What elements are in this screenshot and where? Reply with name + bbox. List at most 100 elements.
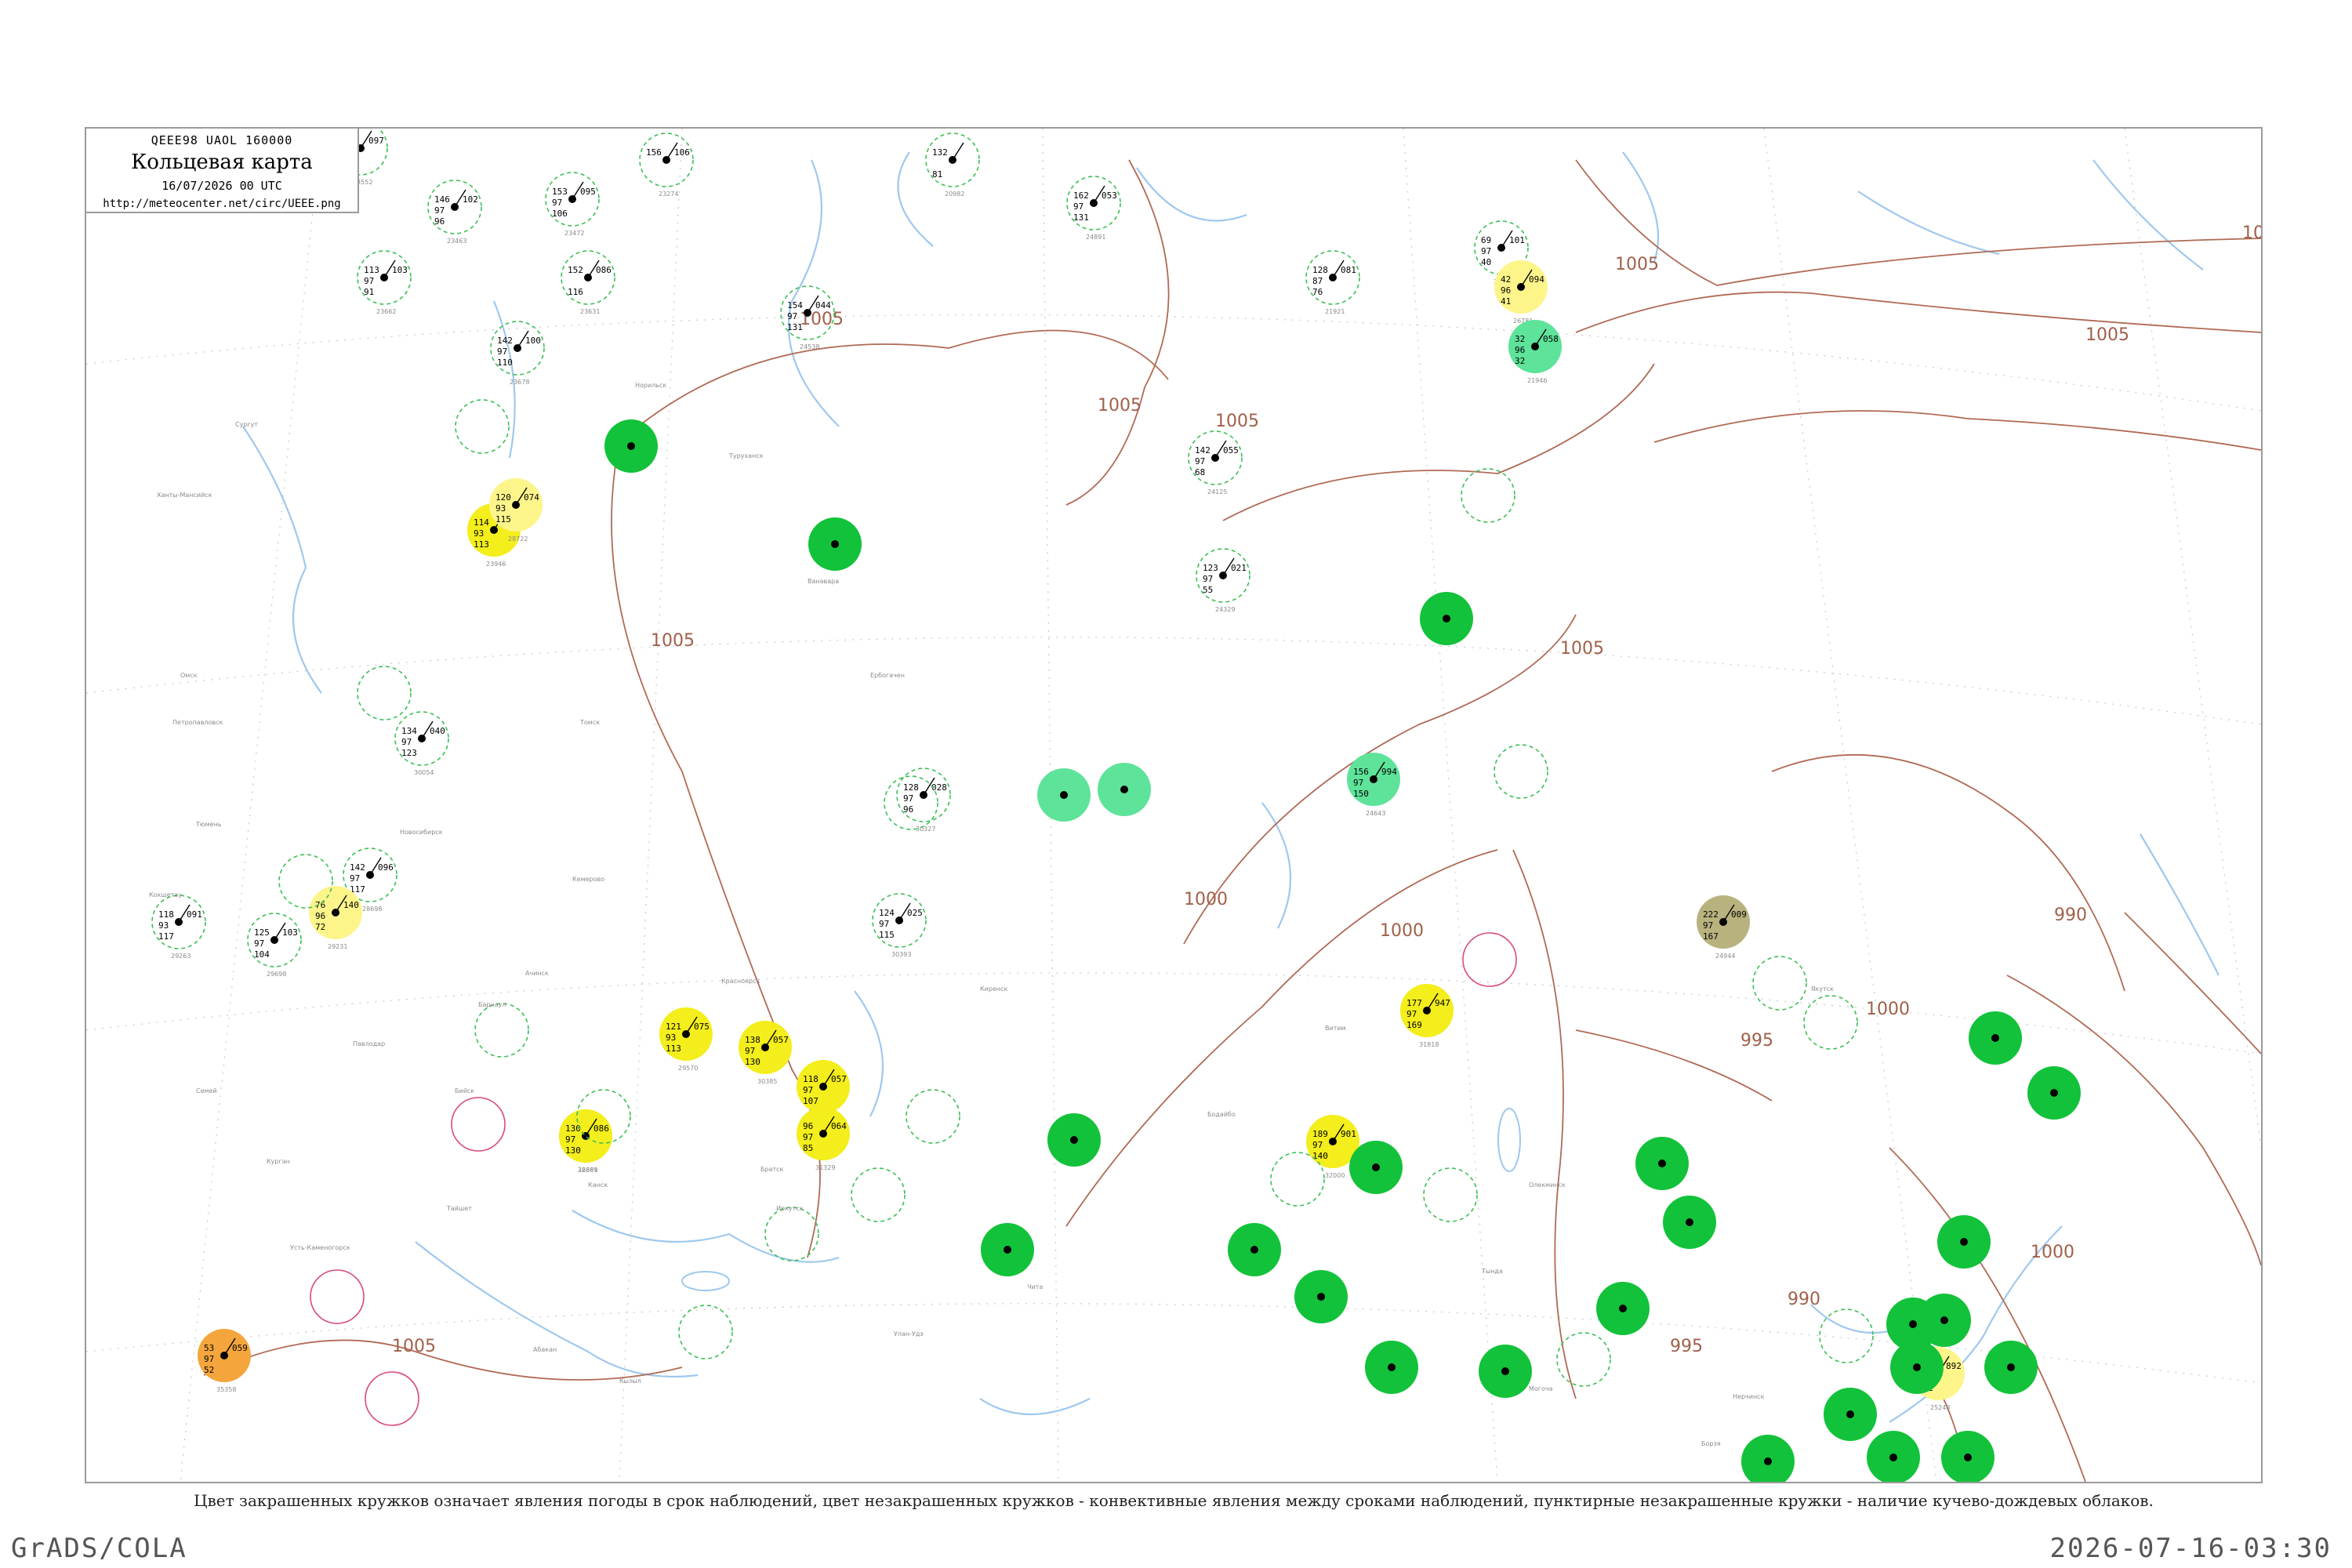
weather-map[interactable]: 1010100510051005100510051005100510001000… bbox=[86, 129, 2261, 1482]
river bbox=[1622, 151, 1660, 263]
station-model: 76 140967229231 bbox=[309, 886, 362, 950]
station-temp: 114 bbox=[474, 517, 489, 528]
station-pressure: 057 bbox=[831, 1074, 847, 1084]
station-dew: 117 bbox=[158, 931, 174, 942]
station-temp: 142 bbox=[350, 862, 365, 873]
station-temp: 156 bbox=[646, 147, 662, 158]
source-url[interactable]: http://meteocenter.net/circ/UEEE.png bbox=[86, 198, 358, 210]
isobar-line bbox=[1575, 159, 2261, 286]
station-dew: 169 bbox=[1406, 1020, 1422, 1030]
station-dew: 68 bbox=[1195, 467, 1205, 477]
isobar-label: 990 bbox=[2054, 906, 2087, 925]
station-id: 31818 bbox=[1419, 1041, 1439, 1048]
station-model: 222 009 97167 24944 bbox=[1697, 895, 1750, 960]
station-dew: 130 bbox=[745, 1057, 760, 1067]
station-model: 142 100 97110 23678 bbox=[490, 321, 545, 386]
station-vis: 97 bbox=[364, 276, 374, 286]
station-vis: 97 bbox=[1312, 1140, 1323, 1150]
graticule-line bbox=[1403, 129, 1498, 1482]
place-name: Павлодар bbox=[353, 1040, 385, 1047]
station-pressure: 106 bbox=[674, 147, 690, 158]
station-vis: 97 bbox=[745, 1046, 755, 1056]
cb-cloud-ring bbox=[1752, 956, 1807, 1011]
station-pressure: 059 bbox=[232, 1343, 248, 1353]
station-pressure: 044 bbox=[815, 300, 831, 310]
station-dew: 96 bbox=[903, 804, 913, 815]
station-dew: 113 bbox=[474, 539, 489, 550]
place-name: Ванавара bbox=[808, 578, 839, 585]
station-temp: 69 bbox=[1481, 235, 1491, 245]
station-vis: 97 bbox=[787, 311, 797, 321]
station-dew: 131 bbox=[787, 322, 803, 332]
station-dew: 41 bbox=[1501, 296, 1511, 307]
station-pressure: 075 bbox=[694, 1022, 710, 1032]
station-temp: 118 bbox=[158, 909, 174, 920]
map-title: Кольцевая карта bbox=[131, 151, 313, 174]
isobar-label: 995 bbox=[1740, 1031, 1773, 1051]
cloud-cover-icon bbox=[1909, 1320, 1917, 1328]
station-temp: 132 bbox=[932, 147, 948, 158]
station-vis: 96 bbox=[315, 911, 325, 921]
station-model: 123 021 9755 24329 bbox=[1196, 548, 1250, 613]
station-vis: 97 bbox=[879, 919, 889, 929]
place-name: Томск bbox=[579, 719, 600, 726]
station-model: 156 106 23274 bbox=[639, 132, 694, 198]
graticule bbox=[86, 129, 2261, 1482]
station-vis: 97 bbox=[434, 205, 445, 216]
cloud-cover-icon bbox=[1372, 1163, 1380, 1171]
station-pressure: 901 bbox=[1341, 1129, 1356, 1139]
convective-station bbox=[2027, 1066, 2081, 1120]
station-temp: 32 bbox=[1515, 334, 1525, 344]
isobar-label: 1000 bbox=[2031, 1243, 2074, 1262]
station-temp: 118 bbox=[803, 1074, 818, 1084]
station-id: 29570 bbox=[678, 1065, 698, 1072]
station-temp: 120 bbox=[495, 492, 511, 503]
station-model: 121 075 93113 29570 bbox=[659, 1007, 713, 1072]
station-dew: 115 bbox=[879, 930, 895, 940]
station-dew: 85 bbox=[803, 1143, 813, 1153]
station-pressure: 009 bbox=[1731, 909, 1747, 920]
station-temp: 96 bbox=[803, 1121, 813, 1131]
cloud-cover-icon bbox=[1060, 791, 1068, 799]
station-model: 152 086 116 23631 bbox=[561, 250, 615, 315]
station-id: 23631 bbox=[580, 308, 600, 315]
place-name: Кызыл bbox=[619, 1377, 641, 1385]
map-datetime: 16/07/2026 00 UTC bbox=[162, 179, 282, 193]
station-pressure: 892 bbox=[1946, 1361, 1962, 1371]
convective-station bbox=[604, 419, 658, 473]
station-pressure: 102 bbox=[463, 194, 478, 205]
place-name: Витим bbox=[1325, 1025, 1346, 1032]
isobar-label: 1010 bbox=[2242, 223, 2261, 243]
station-vis: 97 bbox=[254, 938, 264, 949]
isobar-line bbox=[1575, 291, 2261, 333]
graticule-line bbox=[86, 637, 2261, 725]
station-dew: 52 bbox=[204, 1365, 214, 1375]
cb-cloud-ring bbox=[851, 1167, 906, 1222]
station-temp: 222 bbox=[1703, 909, 1719, 920]
convective-station bbox=[1098, 763, 1151, 816]
place-name: Иркутск bbox=[776, 1205, 804, 1212]
station-model: 162 053 97131 24891 bbox=[1066, 176, 1121, 241]
station-temp: 138 bbox=[745, 1035, 760, 1045]
station-pressure: 140 bbox=[343, 900, 359, 910]
station-dew: 116 bbox=[568, 287, 583, 297]
isobar-label: 1005 bbox=[1098, 396, 1142, 416]
river bbox=[897, 151, 934, 247]
convective-station bbox=[1349, 1141, 1403, 1194]
isobar-line bbox=[1512, 849, 1577, 1399]
graticule-line bbox=[86, 314, 2261, 412]
station-vis: 93 bbox=[495, 503, 506, 514]
place-name: Усть-Каменогорск bbox=[290, 1244, 350, 1251]
isobar-line bbox=[619, 329, 1169, 443]
graticule-line bbox=[2124, 129, 2261, 1149]
place-name: Братск bbox=[760, 1166, 784, 1173]
convective-station bbox=[1365, 1341, 1418, 1394]
station-vis: 96 bbox=[1501, 285, 1511, 296]
cloud-cover-icon bbox=[1501, 1367, 1509, 1375]
cloud-cover-icon bbox=[1388, 1363, 1396, 1371]
station-temp: 156 bbox=[1353, 767, 1369, 777]
graticule-line bbox=[180, 129, 322, 1482]
station-id: 25248 bbox=[1930, 1404, 1950, 1411]
station-id: 20982 bbox=[945, 191, 964, 198]
station-pressure: 057 bbox=[773, 1035, 789, 1045]
